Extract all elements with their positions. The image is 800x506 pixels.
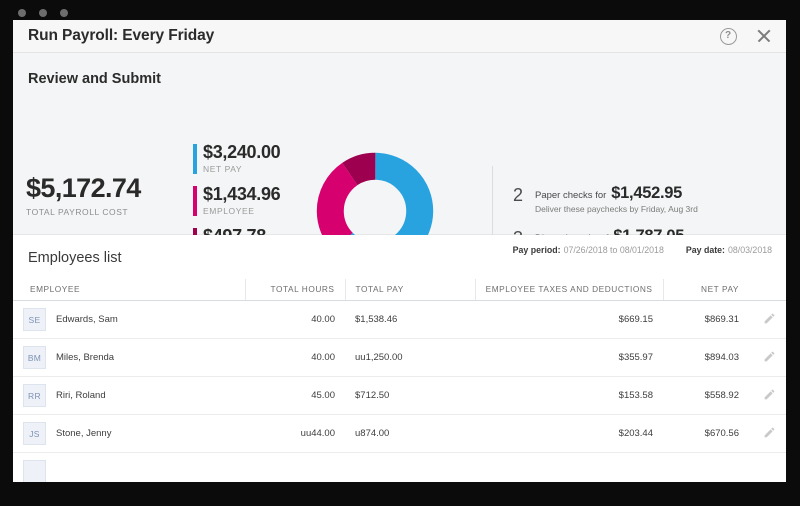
employees-table-head: EMPLOYEE TOTAL HOURS TOTAL PAY EMPLOYEE …: [13, 279, 786, 301]
cell-employee: BM Miles, Brenda: [13, 338, 245, 377]
employee-amount: $1,434.96: [203, 183, 281, 204]
help-circle-icon: ?: [719, 27, 737, 45]
col-header-employee[interactable]: EMPLOYEE: [13, 279, 246, 301]
table-header-row: EMPLOYEE TOTAL HOURS TOTAL PAY EMPLOYEE …: [13, 279, 786, 301]
breakdown-item-net-pay: $3,240.00 NET PAY: [193, 142, 281, 174]
pay-period: Pay period: 07/26/2018 to 08/01/2018: [513, 245, 664, 255]
cell-partial: [663, 452, 749, 482]
employee-color-bar: [193, 185, 197, 216]
pay-date-label: Pay date:: [685, 245, 725, 255]
pencil-icon: [764, 427, 775, 437]
cell-total-hours: uu44.00: [245, 414, 345, 453]
help-button[interactable]: ?: [718, 26, 738, 46]
window-dot-close[interactable]: [18, 9, 26, 17]
employee-name: Miles, Brenda: [56, 352, 115, 363]
table-row[interactable]: BM Miles, Brenda 40.00 uu1,250.00 $355.9…: [13, 338, 786, 377]
paper-checks-count: 2: [513, 185, 524, 205]
col-header-net-pay[interactable]: NET PAY: [663, 279, 749, 301]
net-pay-color-bar: [193, 144, 197, 174]
pencil-icon: [764, 351, 775, 361]
cell-employee: SE Edwards, Sam: [13, 300, 245, 339]
paper-checks-text: Paper checks for: [535, 190, 607, 201]
total-payroll-cost: $5,172.74 TOTAL PAYROLL COST: [26, 173, 141, 218]
avatar: JS: [23, 422, 46, 445]
cell-employee: RR Riri, Roland: [13, 376, 245, 415]
employee-label: EMPLOYEE: [203, 205, 255, 216]
pay-period-value: 07/26/2018 to 08/01/2018: [563, 245, 664, 255]
pencil-icon: [764, 389, 775, 399]
employees-list-section: Employees list Pay period: 07/26/2018 to …: [13, 235, 786, 482]
page-title: Run Payroll: Every Friday: [28, 27, 215, 44]
payroll-window: Run Payroll: Every Friday ? Review and S…: [13, 20, 786, 482]
table-row-partial[interactable]: [13, 452, 786, 482]
employees-table-body: SE Edwards, Sam 40.00 $1,538.46 $669.15 …: [13, 300, 786, 482]
avatar: BM: [23, 346, 46, 369]
review-and-submit-panel: Review and Submit $5,172.74 TOTAL PAYROL…: [13, 53, 786, 270]
cell-total-pay: u874.00: [345, 414, 475, 453]
cell-taxes-deductions: $203.44: [475, 414, 663, 453]
col-header-total-hours[interactable]: TOTAL HOURS: [245, 279, 346, 301]
summary-heading: Review and Submit: [28, 71, 161, 87]
cell-total-pay: $1,538.46: [345, 300, 475, 339]
cell-net-pay: $558.92: [663, 376, 749, 415]
cell-net-pay: $894.03: [663, 338, 749, 377]
cell-edit[interactable]: [749, 414, 786, 453]
payout-row-paper-checks: 2 Paper checks for $1,452.95 Deliver the…: [513, 184, 751, 214]
cell-total-pay: $712.50: [345, 376, 475, 415]
col-header-actions: [749, 279, 786, 301]
cell-edit[interactable]: [749, 300, 786, 339]
col-header-total-pay[interactable]: TOTAL PAY: [345, 279, 476, 301]
employee-name: Edwards, Sam: [56, 314, 118, 325]
cell-taxes-deductions: $669.15: [475, 300, 663, 339]
window-dot-maximize[interactable]: [60, 9, 68, 17]
col-header-taxes-deductions[interactable]: EMPLOYEE TAXES AND DEDUCTIONS: [475, 279, 664, 301]
paper-checks-note: Deliver these paychecks by Friday, Aug 3…: [535, 204, 698, 214]
employees-list-header: Employees list Pay period: 07/26/2018 to …: [13, 235, 786, 279]
cell-edit[interactable]: [749, 338, 786, 377]
cell-total-hours: 45.00: [245, 376, 345, 415]
cell-partial: [345, 452, 475, 482]
avatar: SE: [23, 308, 46, 331]
total-payroll-label: TOTAL PAYROLL COST: [26, 207, 129, 217]
cell-edit[interactable]: [749, 376, 786, 415]
avatar: RR: [23, 384, 46, 407]
window-actions: ?: [718, 20, 774, 52]
cell-net-pay: $670.56: [663, 414, 749, 453]
employees-table: EMPLOYEE TOTAL HOURS TOTAL PAY EMPLOYEE …: [13, 279, 786, 482]
close-button[interactable]: [754, 26, 774, 46]
window-dot-minimize[interactable]: [39, 9, 47, 17]
avatar: [23, 460, 46, 482]
pay-period-label: Pay period:: [512, 245, 561, 255]
cell-total-hours: 40.00: [245, 300, 345, 339]
employee-name: Stone, Jenny: [56, 428, 112, 439]
close-icon: [756, 28, 772, 44]
pencil-icon: [764, 313, 775, 323]
pay-meta: Pay period: 07/26/2018 to 08/01/2018 Pay …: [513, 245, 772, 255]
cell-total-hours: 40.00: [245, 338, 345, 377]
pay-date: Pay date: 08/03/2018: [686, 245, 772, 255]
cell-employee: JS Stone, Jenny: [13, 414, 245, 453]
window-chrome-dots: [18, 6, 68, 20]
cell-taxes-deductions: $355.97: [475, 338, 663, 377]
cell-employee-partial: [13, 452, 245, 482]
table-row[interactable]: SE Edwards, Sam 40.00 $1,538.46 $669.15 …: [13, 300, 786, 339]
net-pay-amount: $3,240.00: [203, 142, 281, 162]
breakdown-item-employee: $1,434.96 EMPLOYEE: [193, 183, 281, 216]
screen: Run Payroll: Every Friday ? Review and S…: [0, 0, 800, 506]
cell-partial: [749, 452, 786, 482]
employees-list-title: Employees list: [28, 250, 122, 266]
table-row[interactable]: RR Riri, Roland 45.00 $712.50 $153.58 $5…: [13, 376, 786, 415]
pay-date-value: 08/03/2018: [727, 245, 772, 255]
total-payroll-amount: $5,172.74: [26, 173, 141, 203]
paper-checks-amount: $1,452.95: [611, 184, 683, 202]
cell-partial: [475, 452, 663, 482]
window-header: Run Payroll: Every Friday ?: [13, 20, 786, 53]
net-pay-label: NET PAY: [203, 163, 243, 174]
cell-total-pay: uu1,250.00: [345, 338, 475, 377]
cell-partial: [245, 452, 345, 482]
table-row[interactable]: JS Stone, Jenny uu44.00 u874.00 $203.44 …: [13, 414, 786, 453]
cell-taxes-deductions: $153.58: [475, 376, 663, 415]
cell-net-pay: $869.31: [663, 300, 749, 339]
employee-name: Riri, Roland: [56, 390, 106, 401]
